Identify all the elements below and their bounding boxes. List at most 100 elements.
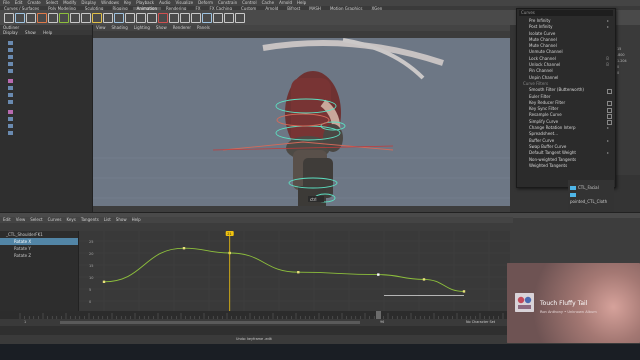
graph-menu-select[interactable]: Select: [30, 217, 42, 222]
graph-channel-row[interactable]: _CTL_ShoulderFK1: [0, 231, 78, 238]
shelf-tool-icon[interactable]: [125, 13, 135, 23]
shelf-tool-icon[interactable]: [169, 13, 179, 23]
shelf-tool-icon[interactable]: [136, 13, 146, 23]
outliner-menu-show[interactable]: Show: [25, 30, 36, 35]
viewport-menu-renderer[interactable]: Renderer: [173, 25, 191, 30]
shelf-tool-icon[interactable]: [235, 13, 245, 23]
outliner-item[interactable]: [0, 91, 92, 98]
outliner-item[interactable]: [0, 60, 92, 67]
shelf-tool-icon[interactable]: [224, 13, 234, 23]
menu-windows[interactable]: Windows: [101, 0, 119, 5]
range-start-field[interactable]: 1: [24, 320, 26, 324]
outliner-item[interactable]: [0, 53, 92, 60]
outliner-menu-help[interactable]: Help: [43, 30, 52, 35]
outliner-item[interactable]: [0, 129, 92, 136]
shelf-tool-icon[interactable]: [147, 13, 157, 23]
menu-constrain[interactable]: Constrain: [218, 0, 237, 5]
viewport-menu-panels[interactable]: Panels: [197, 25, 210, 30]
curves-menu-item-label: Euler Filter: [529, 93, 551, 99]
graph-channel-row[interactable]: Rotate Y: [0, 245, 78, 252]
shelf-tool-icon[interactable]: [180, 13, 190, 23]
shelf-tool-icon[interactable]: [26, 13, 36, 23]
object-icon: [8, 41, 13, 45]
graph-menu-edit[interactable]: Edit: [3, 217, 11, 222]
viewport-menu-lighting[interactable]: Lighting: [134, 25, 150, 30]
node-swatch: [570, 193, 576, 197]
outliner-item[interactable]: [0, 46, 92, 53]
outliner-item[interactable]: [0, 77, 92, 84]
viewport-menu-show[interactable]: Show: [156, 25, 167, 30]
outliner-item[interactable]: [0, 98, 92, 105]
graph-menu-curves[interactable]: Curves: [48, 217, 62, 222]
curves-menu-item[interactable]: Weighted Tangents: [517, 163, 615, 169]
curves-menu-item-label: Curve Filters: [523, 80, 549, 86]
menu-file[interactable]: File: [3, 0, 10, 5]
curves-menu-item-label: Isolate Curve: [529, 30, 556, 36]
menu-visualize[interactable]: Visualize: [175, 0, 193, 5]
graph-menu-list[interactable]: List: [104, 217, 111, 222]
graph-menu-tangents[interactable]: Tangents: [81, 217, 99, 222]
menu-audio[interactable]: Audio: [159, 0, 170, 5]
outliner-item[interactable]: [0, 39, 92, 46]
channel-box-row[interactable]: CTL_Facial: [568, 184, 614, 191]
media-notification[interactable]: Touch Fluffy Tail Ron Anthony • Unknown …: [507, 263, 640, 343]
shelf-tool-icon[interactable]: [15, 13, 25, 23]
shelf-tool-icon[interactable]: [103, 13, 113, 23]
shelf-tool-icon[interactable]: [59, 13, 69, 23]
shelf-tool-icon[interactable]: [70, 13, 80, 23]
menu-control[interactable]: Control: [242, 0, 256, 5]
node-swatch: [570, 186, 576, 190]
graph-channel-row[interactable]: Rotate X: [0, 238, 78, 245]
help-line-text: Undo: keyframe -edit: [236, 337, 272, 341]
menu-help[interactable]: Help: [297, 0, 306, 5]
3d-viewport[interactable]: ctrl: [93, 38, 510, 206]
curves-menu-item-label: Key Sync Filter: [529, 106, 559, 112]
outliner-item[interactable]: [0, 122, 92, 129]
menu-cache[interactable]: Cache: [262, 0, 274, 5]
channel-box-row[interactable]: pointed_CTL_Cloth: [568, 191, 614, 204]
graph-menu-view[interactable]: View: [16, 217, 26, 222]
viewport-menu-view[interactable]: View: [96, 25, 106, 30]
menu-search-field[interactable]: Curves: [519, 10, 613, 16]
menu-playback[interactable]: Playback: [136, 0, 154, 5]
shelf-tool-icon[interactable]: [202, 13, 212, 23]
shelf-tool-icon[interactable]: [37, 13, 47, 23]
graph-channel-row[interactable]: Rotate Z: [0, 252, 78, 259]
graph-menu-keys[interactable]: Keys: [66, 217, 75, 222]
menu-arnold[interactable]: Arnold: [279, 0, 292, 5]
shelf-tool-icon[interactable]: [158, 13, 168, 23]
graph-menu-show[interactable]: Show: [116, 217, 127, 222]
graph-menu-help[interactable]: Help: [132, 217, 141, 222]
menu-edit[interactable]: Edit: [15, 0, 23, 5]
graph-editor-toolbar: [0, 223, 510, 231]
menu-display[interactable]: Display: [81, 0, 96, 5]
hair-strand: [262, 40, 444, 66]
character-set-dropdown[interactable]: No Character Set: [466, 320, 495, 324]
menu-select[interactable]: Select: [46, 0, 58, 5]
object-icon: [8, 93, 13, 97]
outliner-menu-display[interactable]: Display: [3, 30, 18, 35]
menu-create[interactable]: Create: [27, 0, 40, 5]
viewport-menu-shading[interactable]: Shading: [112, 25, 128, 30]
outliner-item[interactable]: [0, 108, 92, 115]
shelf-tool-icon[interactable]: [191, 13, 201, 23]
graph-editor-canvas[interactable]: 25 20 15 10 5 0 21: [79, 231, 510, 311]
shelf-tool-icon[interactable]: [81, 13, 91, 23]
shelf-tool-icon[interactable]: [114, 13, 124, 23]
menu-modify[interactable]: Modify: [63, 0, 76, 5]
range-bar[interactable]: [60, 321, 360, 324]
menu-key[interactable]: Key: [124, 0, 131, 5]
shelf-tool-icon[interactable]: [4, 13, 14, 23]
range-end-field[interactable]: 96: [380, 320, 384, 324]
keyframe-point: [102, 280, 106, 283]
shelf-tool-icon[interactable]: [48, 13, 58, 23]
outliner-item[interactable]: [0, 67, 92, 74]
outliner-item[interactable]: [0, 115, 92, 122]
shelf-tool-icon[interactable]: [213, 13, 223, 23]
current-frame-marker[interactable]: [376, 311, 381, 319]
curves-menu-item-label: Mute Channel: [529, 36, 557, 42]
current-frame-label: 21: [227, 232, 231, 236]
menu-deform[interactable]: Deform: [198, 0, 213, 5]
shelf-tool-icon[interactable]: [92, 13, 102, 23]
outliner-item[interactable]: [0, 84, 92, 91]
